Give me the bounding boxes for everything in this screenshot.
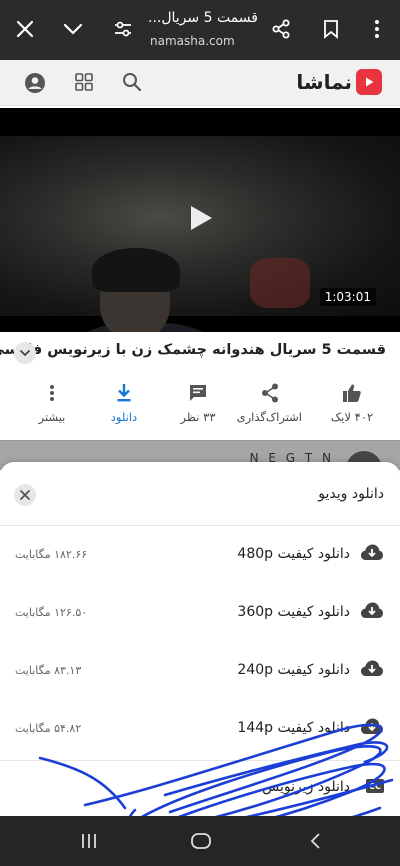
chevron-down-icon[interactable] — [56, 12, 90, 46]
like-count: ۴۰۲ لایک — [330, 410, 374, 424]
file-size: ۱۸۲.۶۶ مگابایت — [15, 548, 88, 561]
share-button[interactable]: اشتراک‌گذاری — [236, 380, 302, 424]
chevron-down-icon — [19, 349, 31, 357]
quality-label: دانلود کیفیت 144p — [237, 720, 350, 736]
bookmark-icon[interactable] — [314, 12, 348, 46]
close-sheet-button[interactable] — [14, 484, 36, 506]
video-background-light — [250, 258, 310, 308]
close-icon — [20, 490, 30, 500]
close-icon[interactable] — [8, 12, 42, 46]
download-button[interactable]: دانلود — [92, 380, 156, 424]
site-logo[interactable]: نماشا — [296, 69, 382, 95]
cloud-download-icon — [360, 543, 384, 565]
video-figure-hair — [92, 248, 180, 292]
comment-count: ۳۳ نظر — [180, 410, 216, 424]
comment-icon — [166, 380, 230, 406]
cloud-download-icon — [360, 659, 384, 681]
download-quality-row[interactable]: دانلود کیفیت 360p ۱۲۶.۵۰ مگابایت — [0, 584, 400, 642]
grid-icon[interactable] — [75, 73, 93, 95]
tab-title[interactable]: قسمت 5 سریال... — [148, 10, 260, 26]
subtitle-label: دانلود زیرنویس — [262, 779, 350, 795]
cloud-download-icon — [360, 601, 384, 623]
download-quality-row[interactable]: دانلود کیفیت 480p ۱۸۲.۶۶ مگابایت — [0, 526, 400, 584]
tune-icon[interactable] — [106, 12, 140, 46]
logo-play-icon — [356, 69, 382, 95]
download-label: دانلود — [110, 410, 138, 424]
quality-label: دانلود کیفیت 480p — [237, 546, 350, 562]
share-icon[interactable] — [264, 12, 298, 46]
site-header: نماشا — [0, 60, 400, 106]
video-player[interactable]: 1:03:01 — [0, 108, 400, 332]
closed-caption-icon: CC — [366, 779, 384, 793]
back-icon[interactable] — [300, 826, 330, 856]
expand-description-button[interactable] — [14, 342, 36, 364]
like-button[interactable]: ۴۰۲ لایک — [320, 380, 384, 424]
download-icon — [92, 380, 156, 406]
download-subtitle-row[interactable]: CC دانلود زیرنویس — [0, 760, 400, 816]
more-vert-icon[interactable] — [360, 12, 394, 46]
url-text[interactable]: namasha.com — [150, 34, 235, 48]
quality-label: دانلود کیفیت 240p — [237, 662, 350, 678]
account-icon[interactable] — [24, 72, 46, 98]
recent-apps-icon[interactable] — [74, 826, 104, 856]
file-size: ۸۳.۱۳ مگابایت — [15, 664, 82, 677]
share-label: اشتراک‌گذاری — [236, 410, 302, 424]
cloud-download-icon — [360, 717, 384, 739]
thumb-up-icon — [320, 380, 384, 406]
browser-toolbar: قسمت 5 سریال... namasha.com — [0, 0, 400, 60]
download-quality-row[interactable]: دانلود کیفیت 240p ۸۳.۱۳ مگابایت — [0, 642, 400, 700]
play-icon[interactable] — [188, 204, 214, 236]
action-row: ۴۰۲ لایک اشتراک‌گذاری ۳۳ نظر دانلود بیشت… — [0, 380, 400, 436]
system-nav-bar — [0, 816, 400, 866]
download-sheet: دانلود ویدیو دانلود کیفیت 480p ۱۸۲.۶۶ مگ… — [0, 462, 400, 816]
more-label: بیشتر — [38, 410, 66, 424]
share-icon — [238, 380, 302, 406]
sheet-header: دانلود ویدیو — [0, 462, 400, 526]
download-quality-row[interactable]: دانلود کیفیت 144p ۵۴.۸۲ مگابایت — [0, 700, 400, 758]
logo-text: نماشا — [296, 70, 352, 94]
home-icon[interactable] — [186, 826, 216, 856]
comments-button[interactable]: ۳۳ نظر — [166, 380, 230, 424]
more-vert-icon — [20, 380, 84, 406]
more-button[interactable]: بیشتر — [20, 380, 84, 424]
quality-label: دانلود کیفیت 360p — [237, 604, 350, 620]
search-icon[interactable] — [122, 72, 142, 96]
video-duration: 1:03:01 — [319, 288, 376, 306]
file-size: ۵۴.۸۲ مگابایت — [15, 722, 82, 735]
file-size: ۱۲۶.۵۰ مگابایت — [15, 606, 88, 619]
video-title: قسمت 5 سریال هندوانه چشمک زن با زیرنویس … — [0, 342, 386, 358]
sheet-title: دانلود ویدیو — [318, 486, 384, 502]
